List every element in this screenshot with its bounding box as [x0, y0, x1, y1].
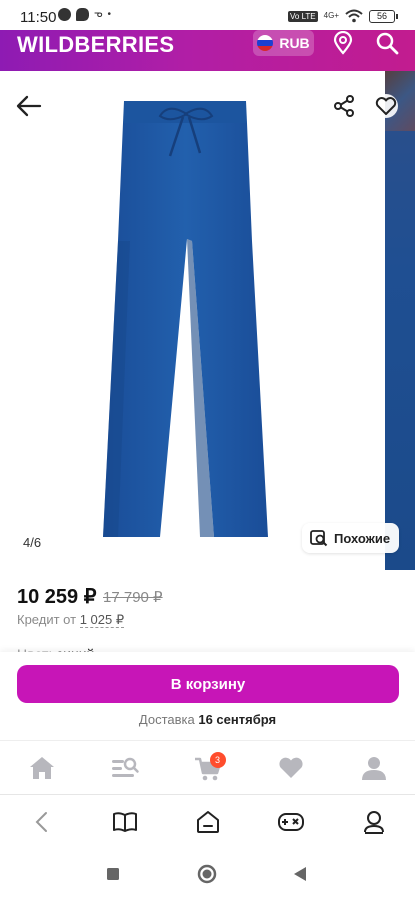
product-gallery[interactable]: 4/6 Похожие — [0, 71, 415, 570]
nav-catalog-search-icon[interactable] — [105, 748, 145, 788]
nav-home-icon[interactable] — [22, 748, 62, 788]
pants-image — [103, 101, 268, 537]
back-triangle-icon[interactable] — [290, 864, 310, 884]
credit-info[interactable]: Кредит от 1 025 ₽ — [17, 612, 125, 628]
games-icon[interactable] — [271, 802, 311, 842]
next-photo-preview[interactable] — [385, 71, 415, 570]
cart-count-badge: 3 — [209, 751, 226, 768]
add-to-cart-button[interactable]: В корзину — [17, 665, 399, 703]
status-time: 11:50 — [20, 9, 57, 26]
browser-toolbar — [0, 794, 415, 848]
recents-icon[interactable] — [103, 864, 123, 884]
notification-icons: ᓀ • — [58, 8, 111, 21]
delivery-info: Доставка 16 сентября — [0, 712, 415, 727]
cart-panel: В корзину Доставка 16 сентября — [0, 652, 415, 740]
product-photo[interactable] — [0, 71, 385, 570]
russia-flag-icon — [257, 35, 274, 51]
share-icon[interactable] — [330, 92, 358, 120]
similar-button[interactable]: Похожие — [302, 523, 399, 553]
wifi-icon — [345, 9, 363, 23]
search-icon[interactable] — [374, 30, 400, 56]
credit-amount[interactable]: 1 025 ₽ — [79, 612, 125, 628]
bookmarks-icon[interactable] — [105, 802, 145, 842]
photo-counter: 4/6 — [17, 533, 48, 552]
network-label: 4G+ — [323, 11, 339, 20]
delivery-label: Доставка — [138, 712, 195, 727]
currency-label: RUB — [279, 35, 310, 51]
nav-profile-icon[interactable] — [354, 748, 394, 788]
odnoklassniki-icon: ᓀ — [94, 9, 103, 20]
back-arrow-icon[interactable] — [14, 91, 44, 121]
browser-home-icon[interactable] — [188, 802, 228, 842]
volte-icon: Vo LTE — [288, 10, 318, 22]
battery-indicator: 56 — [369, 9, 398, 23]
app-header: WILDBERRIES RUB — [0, 30, 415, 71]
nav-cart-icon[interactable]: 3 — [188, 748, 228, 788]
system-status: Vo LTE 4G+ 56 — [288, 9, 398, 23]
whatsapp-icon — [58, 8, 71, 21]
delivery-date: 16 сентября — [198, 712, 277, 727]
old-price: 17 790 ₽ — [103, 589, 163, 606]
more-dot-icon: • — [107, 9, 112, 20]
current-price: 10 259 ₽ — [17, 586, 97, 608]
bottom-nav: 3 — [0, 740, 415, 794]
similar-search-icon — [310, 530, 328, 547]
system-nav-bar — [0, 848, 415, 900]
status-bar: 11:50 ᓀ • Vo LTE 4G+ 56 — [0, 0, 415, 30]
brand-logo[interactable]: WILDBERRIES — [17, 32, 174, 58]
home-circle-icon[interactable] — [197, 864, 217, 884]
price-section: 10 259 ₽ 17 790 ₽ Кредит от 1 025 ₽ Цвет… — [0, 570, 415, 662]
similar-label: Похожие — [334, 530, 391, 546]
credit-prefix: Кредит от — [17, 612, 77, 627]
chat-icon — [76, 8, 89, 21]
heart-icon[interactable] — [371, 91, 401, 121]
nav-favorites-icon[interactable] — [271, 748, 311, 788]
location-icon[interactable] — [330, 30, 356, 56]
browser-back-icon[interactable] — [22, 802, 62, 842]
currency-selector[interactable]: RUB — [253, 30, 314, 56]
account-icon[interactable] — [354, 802, 394, 842]
